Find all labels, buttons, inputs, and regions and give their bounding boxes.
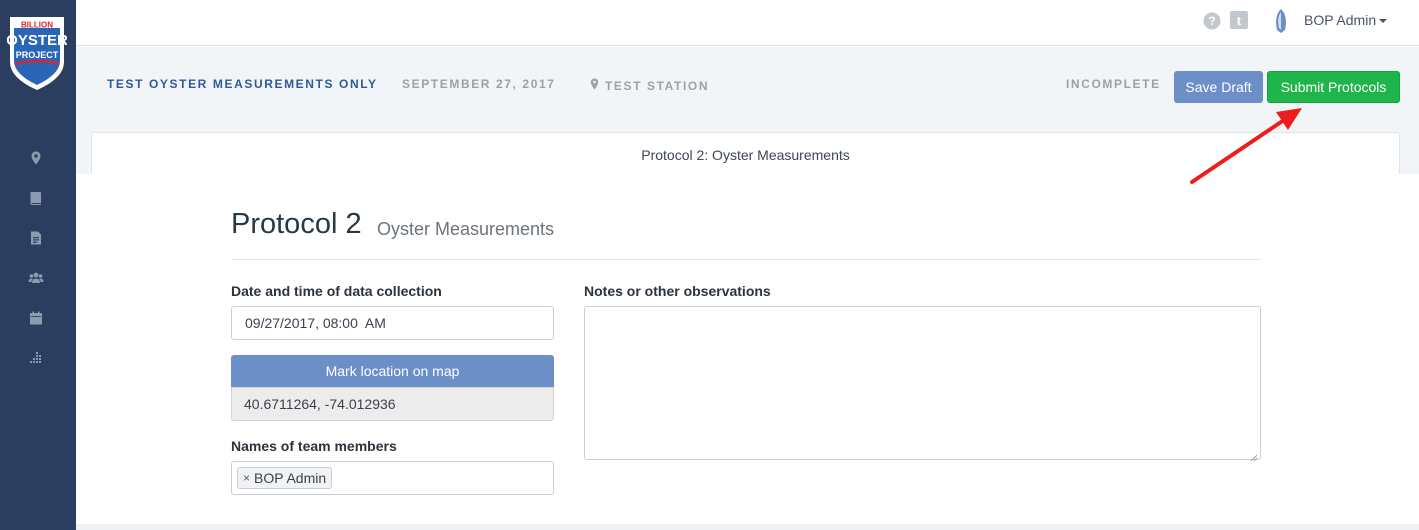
user-name: BOP Admin <box>1304 12 1377 28</box>
station-name: TEST STATION <box>605 78 710 93</box>
users-icon <box>28 270 44 286</box>
map-marker-icon <box>590 78 599 93</box>
sidebar-item-sites[interactable] <box>28 150 44 166</box>
user-menu[interactable]: BOP Admin <box>1304 12 1388 28</box>
expedition-title: TEST OYSTER MEASUREMENTS ONLY <box>107 77 378 91</box>
date-time-value: 09/27/2017, 08:00 AM <box>245 315 386 331</box>
svg-text:t: t <box>1237 14 1242 29</box>
billion-oyster-project-logo[interactable]: BILLION OYSTER PROJECT <box>6 14 68 92</box>
page-subtitle: Oyster Measurements <box>377 219 555 239</box>
sidebar-item-resources[interactable] <box>28 190 44 206</box>
resize-handle-icon[interactable] <box>1250 449 1258 462</box>
remove-tag-icon[interactable]: × <box>243 471 250 485</box>
svg-text:OYSTER: OYSTER <box>7 32 67 49</box>
notes-label: Notes or other observations <box>584 283 771 299</box>
divider <box>231 259 1261 260</box>
avatar[interactable] <box>1272 8 1290 34</box>
tumblr-icon[interactable]: t <box>1230 11 1248 29</box>
expedition-date: SEPTEMBER 27, 2017 <box>402 77 556 91</box>
svg-text:BILLION: BILLION <box>21 21 53 30</box>
top-bar: ? t BOP Admin <box>76 0 1419 46</box>
coordinates-value: 40.6711264, -74.012936 <box>244 396 396 412</box>
book-icon <box>28 190 44 206</box>
station: TEST STATION <box>590 78 709 93</box>
tab-protocol-2[interactable]: Protocol 2: Oyster Measurements <box>91 132 1400 176</box>
footer-strip <box>76 524 1419 530</box>
team-members-label: Names of team members <box>231 438 397 454</box>
calendar-icon <box>28 310 44 326</box>
team-member-tag: × BOP Admin <box>237 467 333 489</box>
svg-text:?: ? <box>1208 14 1215 28</box>
team-members-input[interactable]: × BOP Admin <box>231 461 554 495</box>
chart-icon <box>28 350 44 366</box>
date-time-input[interactable]: 09/27/2017, 08:00 AM <box>231 306 554 340</box>
mark-location-button[interactable]: Mark location on map <box>231 355 554 387</box>
status-badge: INCOMPLETE <box>1066 77 1161 91</box>
notes-textarea[interactable] <box>584 306 1261 462</box>
sidebar-item-teams[interactable] <box>28 270 44 286</box>
team-member-name: BOP Admin <box>254 470 327 486</box>
submit-protocols-button[interactable]: Submit Protocols <box>1267 71 1400 103</box>
sidebar-item-documents[interactable] <box>28 230 44 246</box>
caret-down-icon <box>1379 19 1388 23</box>
date-time-label: Date and time of data collection <box>231 283 442 299</box>
svg-text:PROJECT: PROJECT <box>16 50 59 60</box>
map-marker-icon <box>28 150 44 166</box>
page-title: Protocol 2 <box>231 208 362 240</box>
sidebar-item-events[interactable] <box>28 310 44 326</box>
coordinates-field: 40.6711264, -74.012936 <box>231 387 554 421</box>
tab-label: Protocol 2: Oyster Measurements <box>641 147 850 163</box>
sidebar: BILLION OYSTER PROJECT <box>0 0 76 530</box>
help-icon[interactable]: ? <box>1203 12 1221 30</box>
sidebar-item-data[interactable] <box>28 350 44 366</box>
app-root: BILLION OYSTER PROJECT ? t BOP Admin TES… <box>0 0 1419 530</box>
document-icon <box>28 230 44 246</box>
save-draft-button[interactable]: Save Draft <box>1174 71 1263 103</box>
